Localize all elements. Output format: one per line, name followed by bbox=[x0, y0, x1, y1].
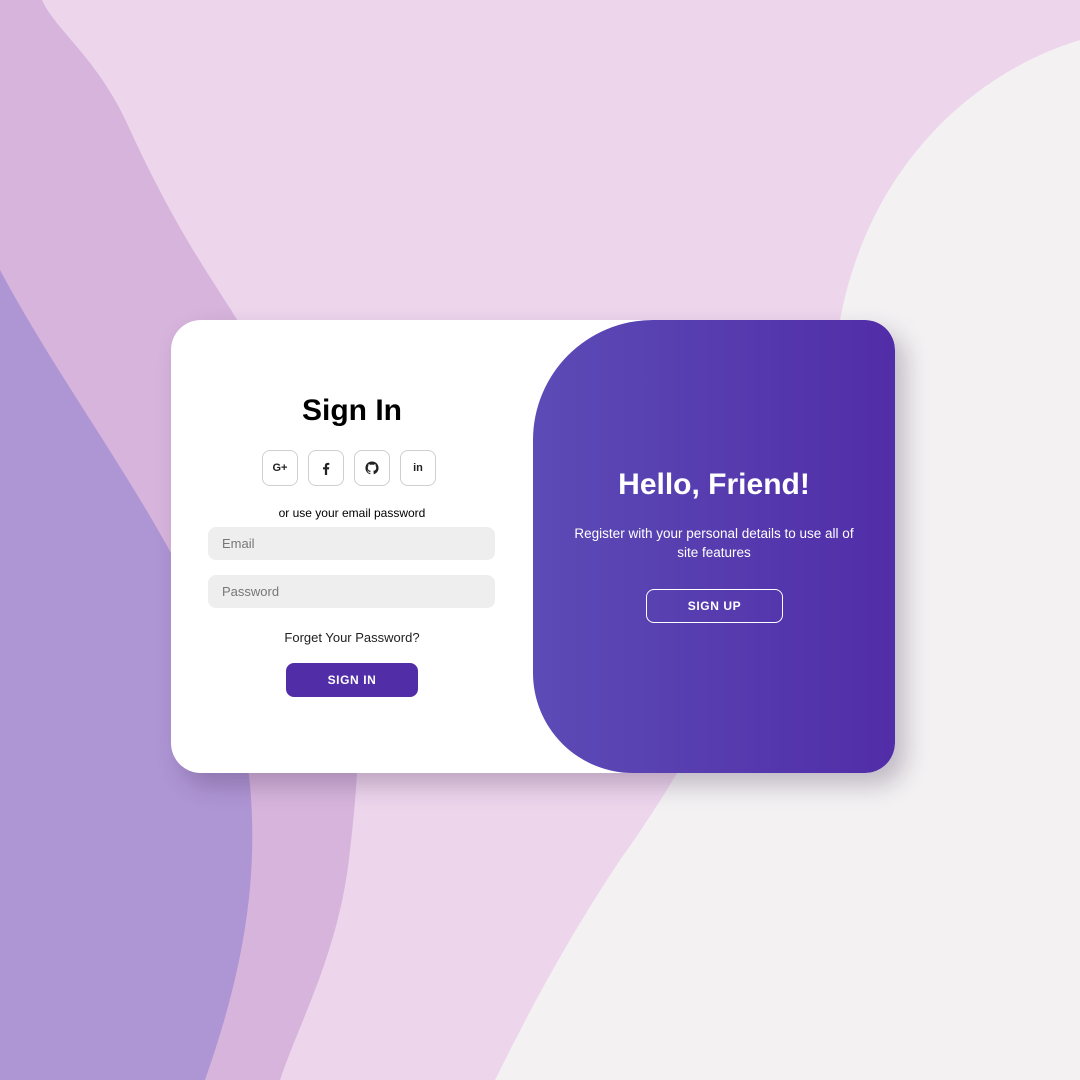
social-icons-row: G+ in bbox=[262, 450, 442, 487]
email-field[interactable] bbox=[208, 527, 495, 560]
github-button[interactable] bbox=[354, 450, 390, 486]
google-plus-icon: G+ bbox=[272, 462, 288, 474]
toggle-panel: Hello, Friend! Register with your person… bbox=[533, 320, 895, 773]
password-field[interactable] bbox=[208, 575, 495, 608]
linkedin-button[interactable]: in bbox=[400, 450, 436, 486]
linkedin-icon: in bbox=[413, 462, 423, 474]
signin-title: Sign In bbox=[302, 394, 402, 427]
facebook-icon bbox=[320, 462, 332, 475]
sign-up-button[interactable]: SIGN UP bbox=[646, 589, 783, 623]
alt-signin-text: or use your email password bbox=[278, 506, 426, 520]
forgot-password-link[interactable]: Forget Your Password? bbox=[171, 630, 533, 645]
google-plus-button[interactable]: G+ bbox=[262, 450, 298, 486]
sign-in-button[interactable]: SIGN IN bbox=[286, 663, 418, 697]
github-icon bbox=[365, 461, 379, 475]
toggle-description: Register with your personal details to u… bbox=[574, 526, 854, 560]
auth-card: Sign In G+ in or use your email password bbox=[171, 320, 895, 773]
signin-panel: Sign In G+ in or use your email password bbox=[171, 320, 533, 773]
toggle-title: Hello, Friend! bbox=[618, 468, 810, 501]
facebook-button[interactable] bbox=[308, 450, 344, 486]
